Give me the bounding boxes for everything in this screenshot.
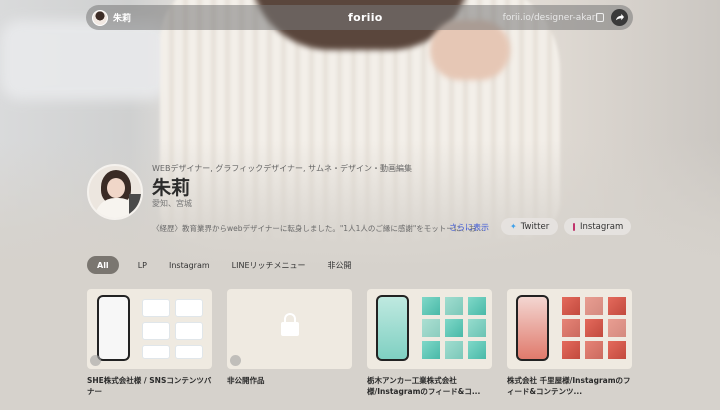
tab-lp[interactable]: LP [127, 256, 158, 274]
pin-icon [230, 355, 241, 366]
work-title-4[interactable]: 株式会社 千里屋様/Instagramのフィード&コンテンツ... [507, 375, 635, 397]
top-bar: 朱莉 foriio forii.io/designer-akari [86, 5, 633, 30]
work-card-3[interactable] [367, 289, 492, 369]
work-card-4[interactable] [507, 289, 632, 369]
tab-all[interactable]: All [87, 256, 119, 274]
instagram-label: Instagram [580, 221, 624, 232]
share-button[interactable] [611, 9, 628, 26]
share-arrow-icon [615, 13, 624, 21]
instagram-icon [573, 222, 575, 231]
twitter-label: Twitter [520, 221, 550, 232]
profile-url: forii.io/designer-akari [502, 12, 598, 23]
tab-private[interactable]: 非公開 [317, 256, 363, 274]
site-logo[interactable]: foriio [348, 11, 383, 24]
header-username[interactable]: 朱莉 [113, 11, 131, 24]
twitter-button[interactable]: ✦ Twitter [501, 218, 558, 235]
pin-icon [90, 355, 101, 366]
tab-line-rich-menu[interactable]: LINEリッチメニュー [221, 256, 317, 274]
work-card-2[interactable] [227, 289, 352, 369]
work-title-3[interactable]: 栃木アンカー工業株式会社様/Instagramのフィード&コ... [367, 375, 495, 397]
instagram-button[interactable]: Instagram [564, 218, 631, 235]
work-title-2[interactable]: 非公開作品 [227, 375, 355, 386]
work-title-1[interactable]: SHE株式会社様 / SNSコンテンツバナー [87, 375, 215, 397]
show-more-link[interactable]: さらに表示 [449, 222, 489, 233]
copy-icon[interactable] [596, 13, 604, 22]
twitter-icon: ✦ [510, 222, 517, 231]
category-tabs: All LP Instagram LINEリッチメニュー 非公開 [87, 256, 363, 274]
header-avatar[interactable] [92, 9, 108, 26]
lock-icon [281, 313, 299, 336]
tab-instagram[interactable]: Instagram [158, 256, 221, 274]
profile-roles: WEBデザイナー, グラフィックデザイナー, サムネ・デザイン・動画編集 [152, 164, 412, 173]
profile-avatar [87, 164, 143, 220]
profile-location: 愛知、宮城 [152, 199, 192, 208]
profile-bio: 〈経歴〉教育業界からwebデザイナーに転身しました。"1人1人のご縁に感謝"をモ… [152, 224, 484, 233]
profile-name: 朱莉 [152, 177, 191, 199]
work-card-1[interactable] [87, 289, 212, 369]
